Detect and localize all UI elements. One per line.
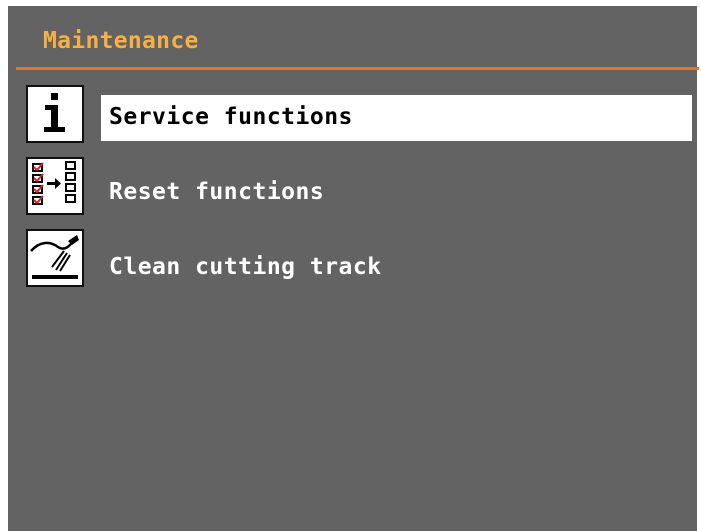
menu-item-clean-cutting-track[interactable]: Clean cutting track <box>101 245 692 291</box>
menu-item-reset-functions[interactable]: Reset functions <box>101 170 692 216</box>
page-title: Maintenance <box>43 28 199 54</box>
menu-item-label: Service functions <box>109 104 353 130</box>
info-icon[interactable] <box>26 85 84 143</box>
menu-item-service-functions[interactable]: Service functions <box>101 95 692 141</box>
menu-item-label: Clean cutting track <box>109 254 382 280</box>
title-divider <box>16 67 699 70</box>
reset-checklist-icon[interactable] <box>26 157 84 215</box>
menu-item-label: Reset functions <box>109 179 325 205</box>
clean-spray-icon[interactable] <box>26 229 84 287</box>
